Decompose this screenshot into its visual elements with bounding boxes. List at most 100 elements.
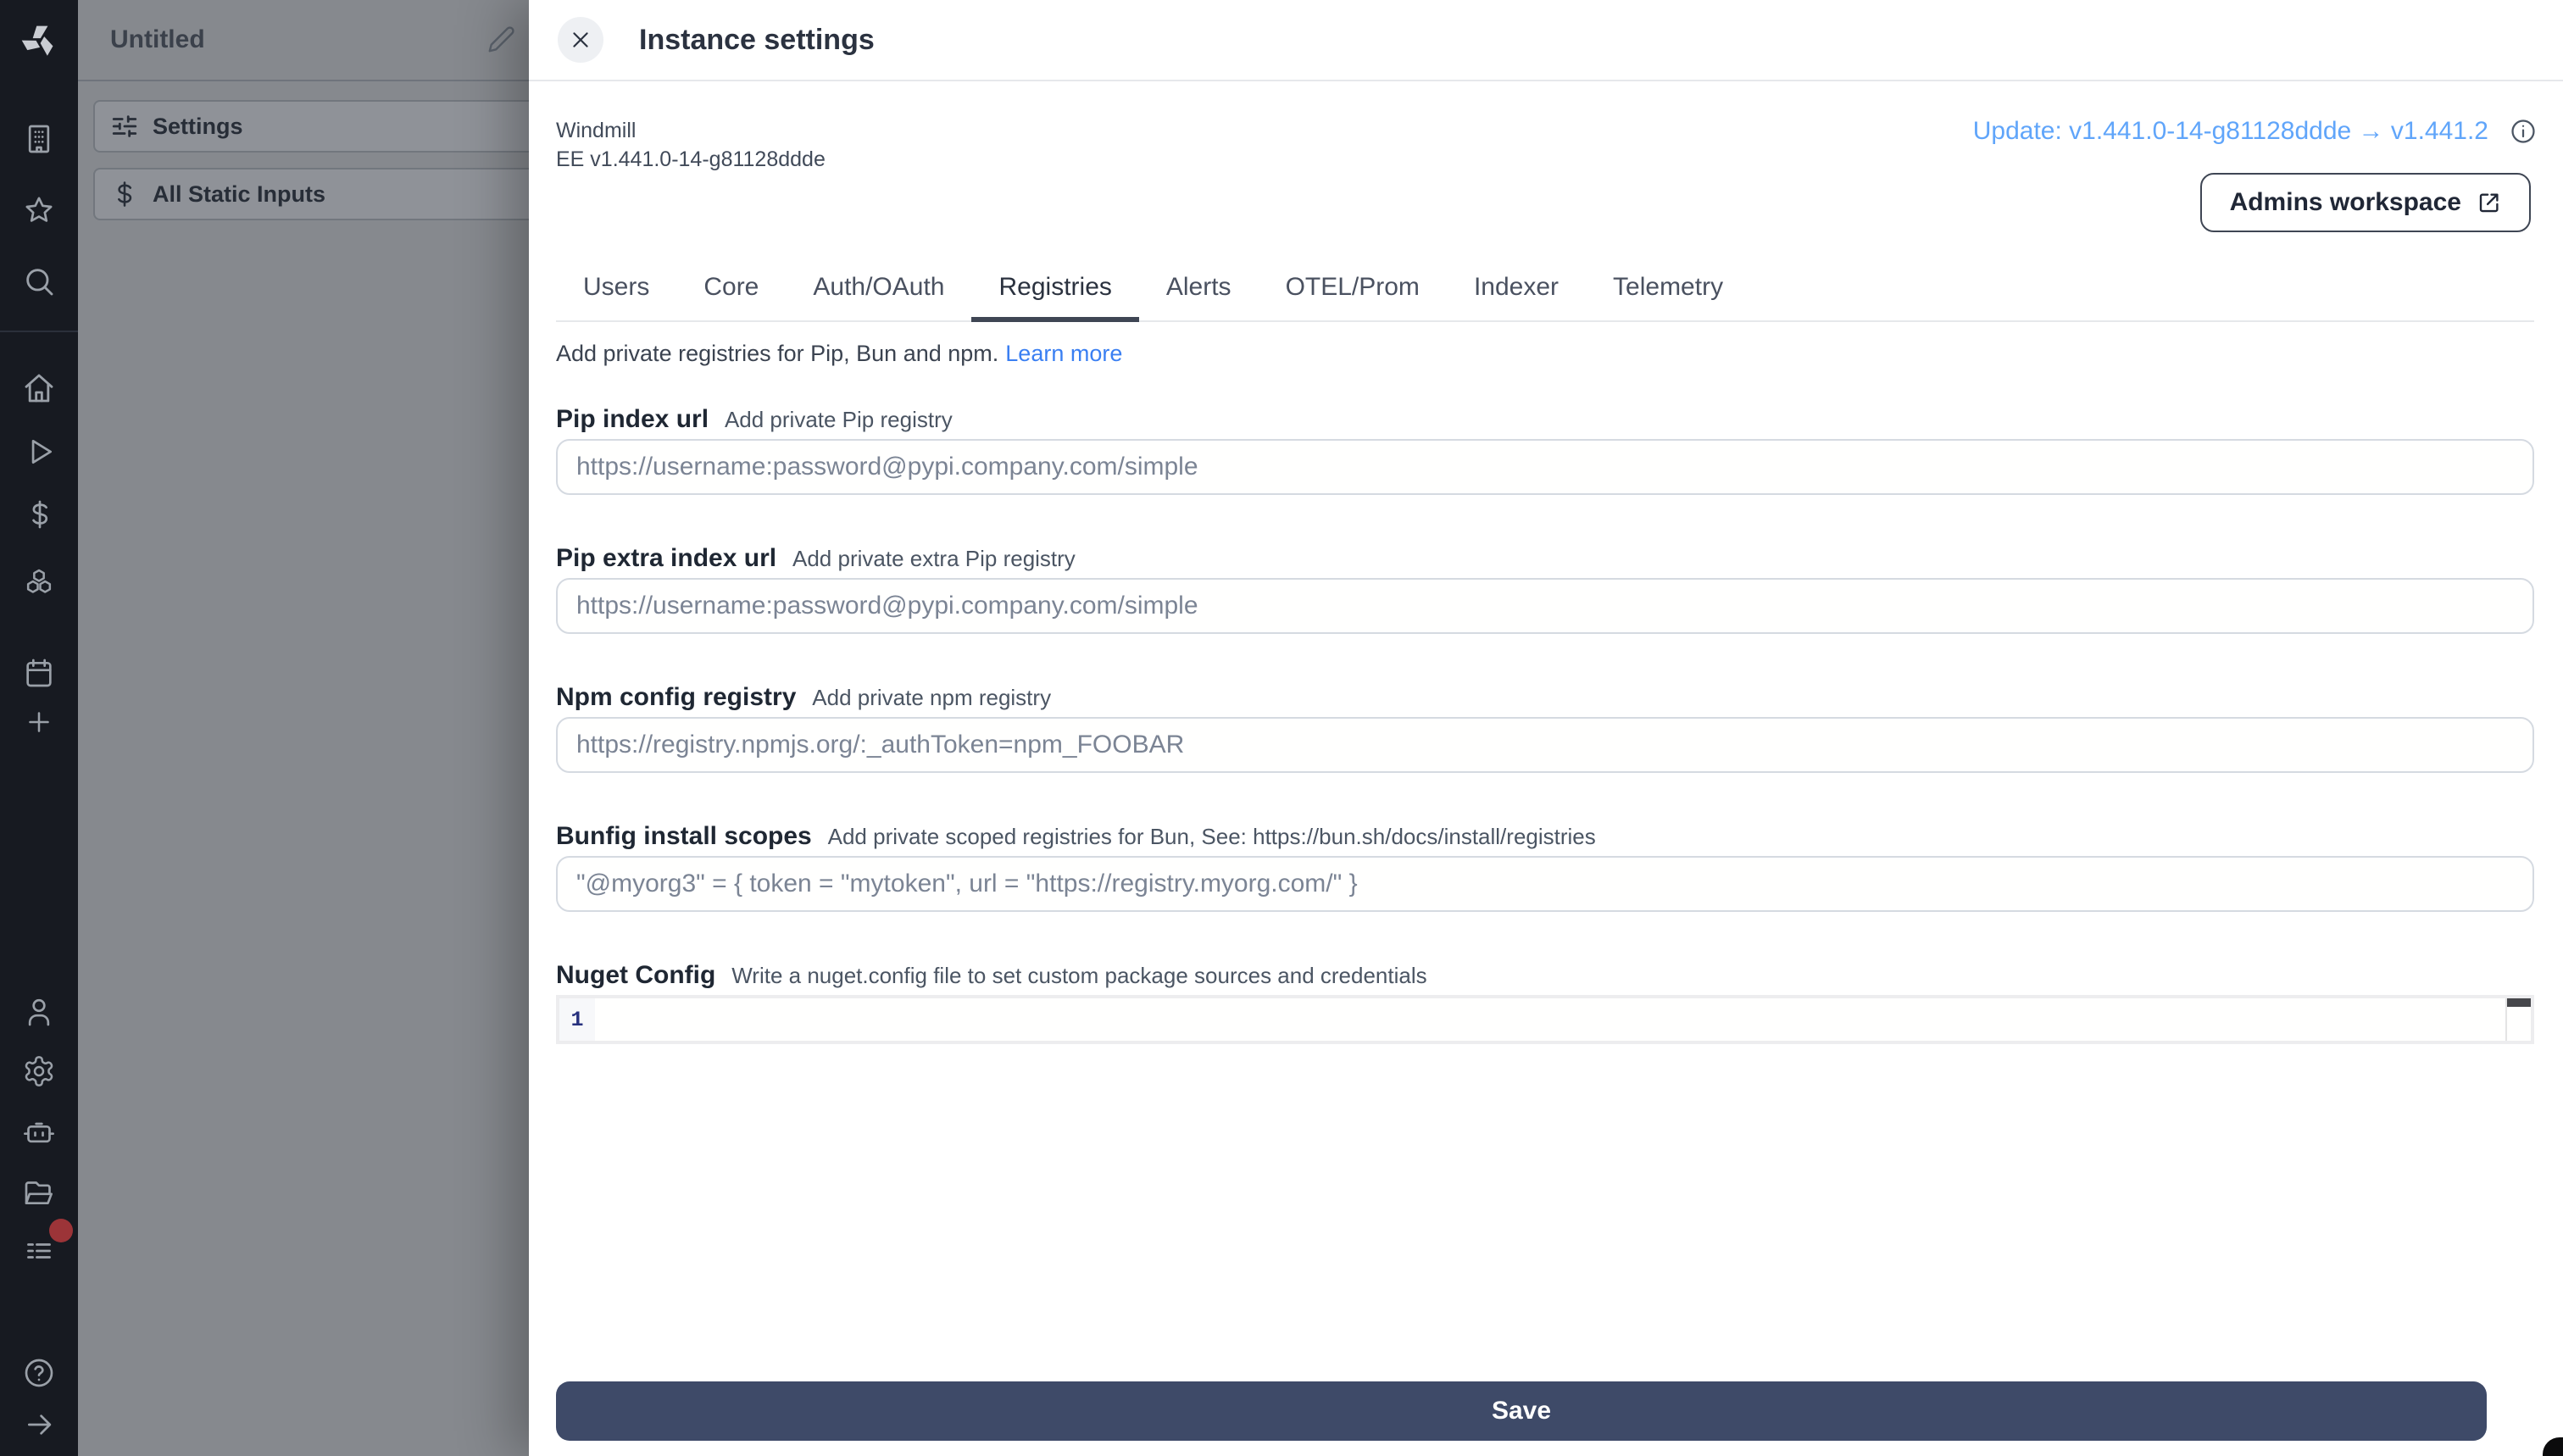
user-icon [22, 995, 56, 1029]
field-npm-config-registry: Npm config registry Add private npm regi… [556, 683, 2534, 772]
windmill-app: Untitled Settings All Static Inputs Trig… [0, 0, 2563, 1456]
field-hint: Add private scoped registries for Bun, S… [828, 824, 1596, 849]
sidebar-item-workspaces[interactable] [0, 122, 78, 156]
instance-settings-drawer: Instance settings Windmill EE v1.441.0-1… [529, 0, 2563, 1456]
save-button[interactable]: Save [556, 1381, 2487, 1441]
update-row: Update: v1.441.0-14-g81128ddde → v1.441.… [1973, 117, 2538, 146]
sidebar-item-instance-settings[interactable] [0, 1054, 78, 1088]
edit-pencil-icon[interactable] [486, 24, 517, 54]
notification-dot [49, 1219, 73, 1242]
building-icon [22, 122, 56, 156]
flow-header: Untitled [78, 0, 531, 81]
sidebar-item-schedules[interactable] [0, 656, 78, 690]
editor-minimap-slider[interactable] [2507, 998, 2531, 1007]
menu-item-settings[interactable]: Settings [93, 100, 597, 153]
field-label-row: Npm config registry Add private npm regi… [556, 683, 2534, 712]
field-hint: Add private npm registry [812, 685, 1051, 710]
arrow-right-icon [23, 1409, 55, 1441]
windmill-logo-icon[interactable] [0, 22, 78, 59]
sidebar-item-home[interactable] [0, 371, 78, 405]
tab-indexer[interactable]: Indexer [1447, 258, 1586, 320]
editor-line-number: 1 [559, 998, 595, 1041]
sidebar-item-folders[interactable] [0, 1176, 78, 1210]
sidebar-item-resources[interactable] [0, 566, 78, 600]
external-link-icon [2477, 190, 2502, 215]
menu-item-all-static-inputs[interactable]: All Static Inputs [93, 168, 597, 220]
sidebar-item-favorites[interactable] [0, 193, 78, 227]
field-label-row: Pip index url Add private Pip registry [556, 405, 2534, 434]
close-button[interactable] [558, 17, 603, 63]
nuget-config-editor[interactable]: 1 [556, 995, 2534, 1044]
admins-workspace-label: Admins workspace [2230, 188, 2461, 217]
calendar-icon [22, 656, 56, 690]
star-icon [22, 193, 56, 227]
npm-config-registry-input[interactable] [556, 716, 2534, 772]
flow-editor-panel: Untitled Settings All Static Inputs Trig… [78, 0, 531, 1456]
pip-index-url-input[interactable] [556, 438, 2534, 494]
field-hint: Add private extra Pip registry [792, 546, 1076, 571]
log-list-icon [22, 1234, 56, 1268]
gear-icon [22, 1054, 56, 1088]
flow-title: Untitled [110, 25, 205, 54]
drawer-title: Instance settings [639, 23, 875, 57]
help-circle-icon [22, 1356, 56, 1390]
folder-open-icon [22, 1176, 56, 1210]
tab-alerts[interactable]: Alerts [1139, 258, 1259, 320]
field-nuget-config: Nuget Config Write a nuget.config file t… [556, 961, 2534, 1044]
editor-minimap [2505, 998, 2531, 1041]
plus-icon [24, 707, 54, 737]
info-icon[interactable] [2509, 117, 2538, 146]
tab-registries[interactable]: Registries [972, 258, 1139, 322]
sliders-icon [110, 112, 139, 141]
field-label: Pip extra index url [556, 544, 776, 573]
field-label-row: Bunfig install scopes Add private scoped… [556, 822, 2534, 851]
field-label: Npm config registry [556, 683, 796, 712]
robot-icon [22, 1115, 56, 1149]
admins-workspace-button[interactable]: Admins workspace [2201, 173, 2531, 232]
sidebar-expand-button[interactable] [0, 1409, 78, 1441]
sidebar-item-help[interactable] [0, 1356, 78, 1390]
editor-content[interactable] [595, 998, 2505, 1041]
version-block: Windmill EE v1.441.0-14-g81128ddde [556, 117, 826, 173]
field-label: Pip index url [556, 405, 709, 434]
drawer-header: Instance settings [529, 0, 2563, 81]
menu-item-label: Settings [153, 114, 243, 139]
bunfig-install-scopes-input[interactable] [556, 855, 2534, 911]
app-name: Windmill [556, 117, 826, 145]
description-text: Add private registries for Pip, Bun and … [556, 341, 998, 366]
boxes-icon [22, 566, 56, 600]
sidebar-item-variables[interactable] [0, 498, 78, 531]
field-bunfig-install-scopes: Bunfig install scopes Add private scoped… [556, 822, 2534, 911]
search-icon [22, 264, 56, 298]
menu-item-label: All Static Inputs [153, 181, 325, 207]
sidebar-item-user[interactable] [0, 995, 78, 1029]
sidebar-divider [0, 331, 78, 332]
dollar-icon [110, 180, 139, 208]
tab-core[interactable]: Core [676, 258, 786, 320]
version-string: EE v1.441.0-14-g81128ddde [556, 145, 826, 173]
update-link[interactable]: Update: v1.441.0-14-g81128ddde → v1.441.… [1973, 117, 2488, 146]
play-icon [23, 436, 55, 468]
field-label-row: Nuget Config Write a nuget.config file t… [556, 961, 2534, 990]
tab-description: Add private registries for Pip, Bun and … [556, 341, 1122, 366]
sidebar-item-add[interactable] [0, 707, 78, 737]
sidebar-item-workers[interactable] [0, 1115, 78, 1149]
field-label-row: Pip extra index url Add private extra Pi… [556, 544, 2534, 573]
pip-extra-index-url-input[interactable] [556, 577, 2534, 633]
tab-telemetry[interactable]: Telemetry [1586, 258, 1750, 320]
sidebar-item-search[interactable] [0, 264, 78, 298]
field-hint: Write a nuget.config file to set custom … [731, 963, 1426, 988]
settings-tabs: Users Core Auth/OAuth Registries Alerts … [556, 258, 2534, 322]
tab-users[interactable]: Users [556, 258, 676, 320]
sidebar-item-runs[interactable] [0, 436, 78, 468]
field-label: Bunfig install scopes [556, 822, 812, 851]
field-pip-index-url: Pip index url Add private Pip registry [556, 405, 2534, 494]
tab-otel-prom[interactable]: OTEL/Prom [1259, 258, 1447, 320]
tab-auth-oauth[interactable]: Auth/OAuth [786, 258, 971, 320]
learn-more-link[interactable]: Learn more [1005, 341, 1122, 366]
home-icon [22, 371, 56, 405]
field-pip-extra-index-url: Pip extra index url Add private extra Pi… [556, 544, 2534, 633]
field-hint: Add private Pip registry [725, 407, 953, 432]
sidebar [0, 0, 78, 1456]
dollar-icon [23, 498, 55, 531]
